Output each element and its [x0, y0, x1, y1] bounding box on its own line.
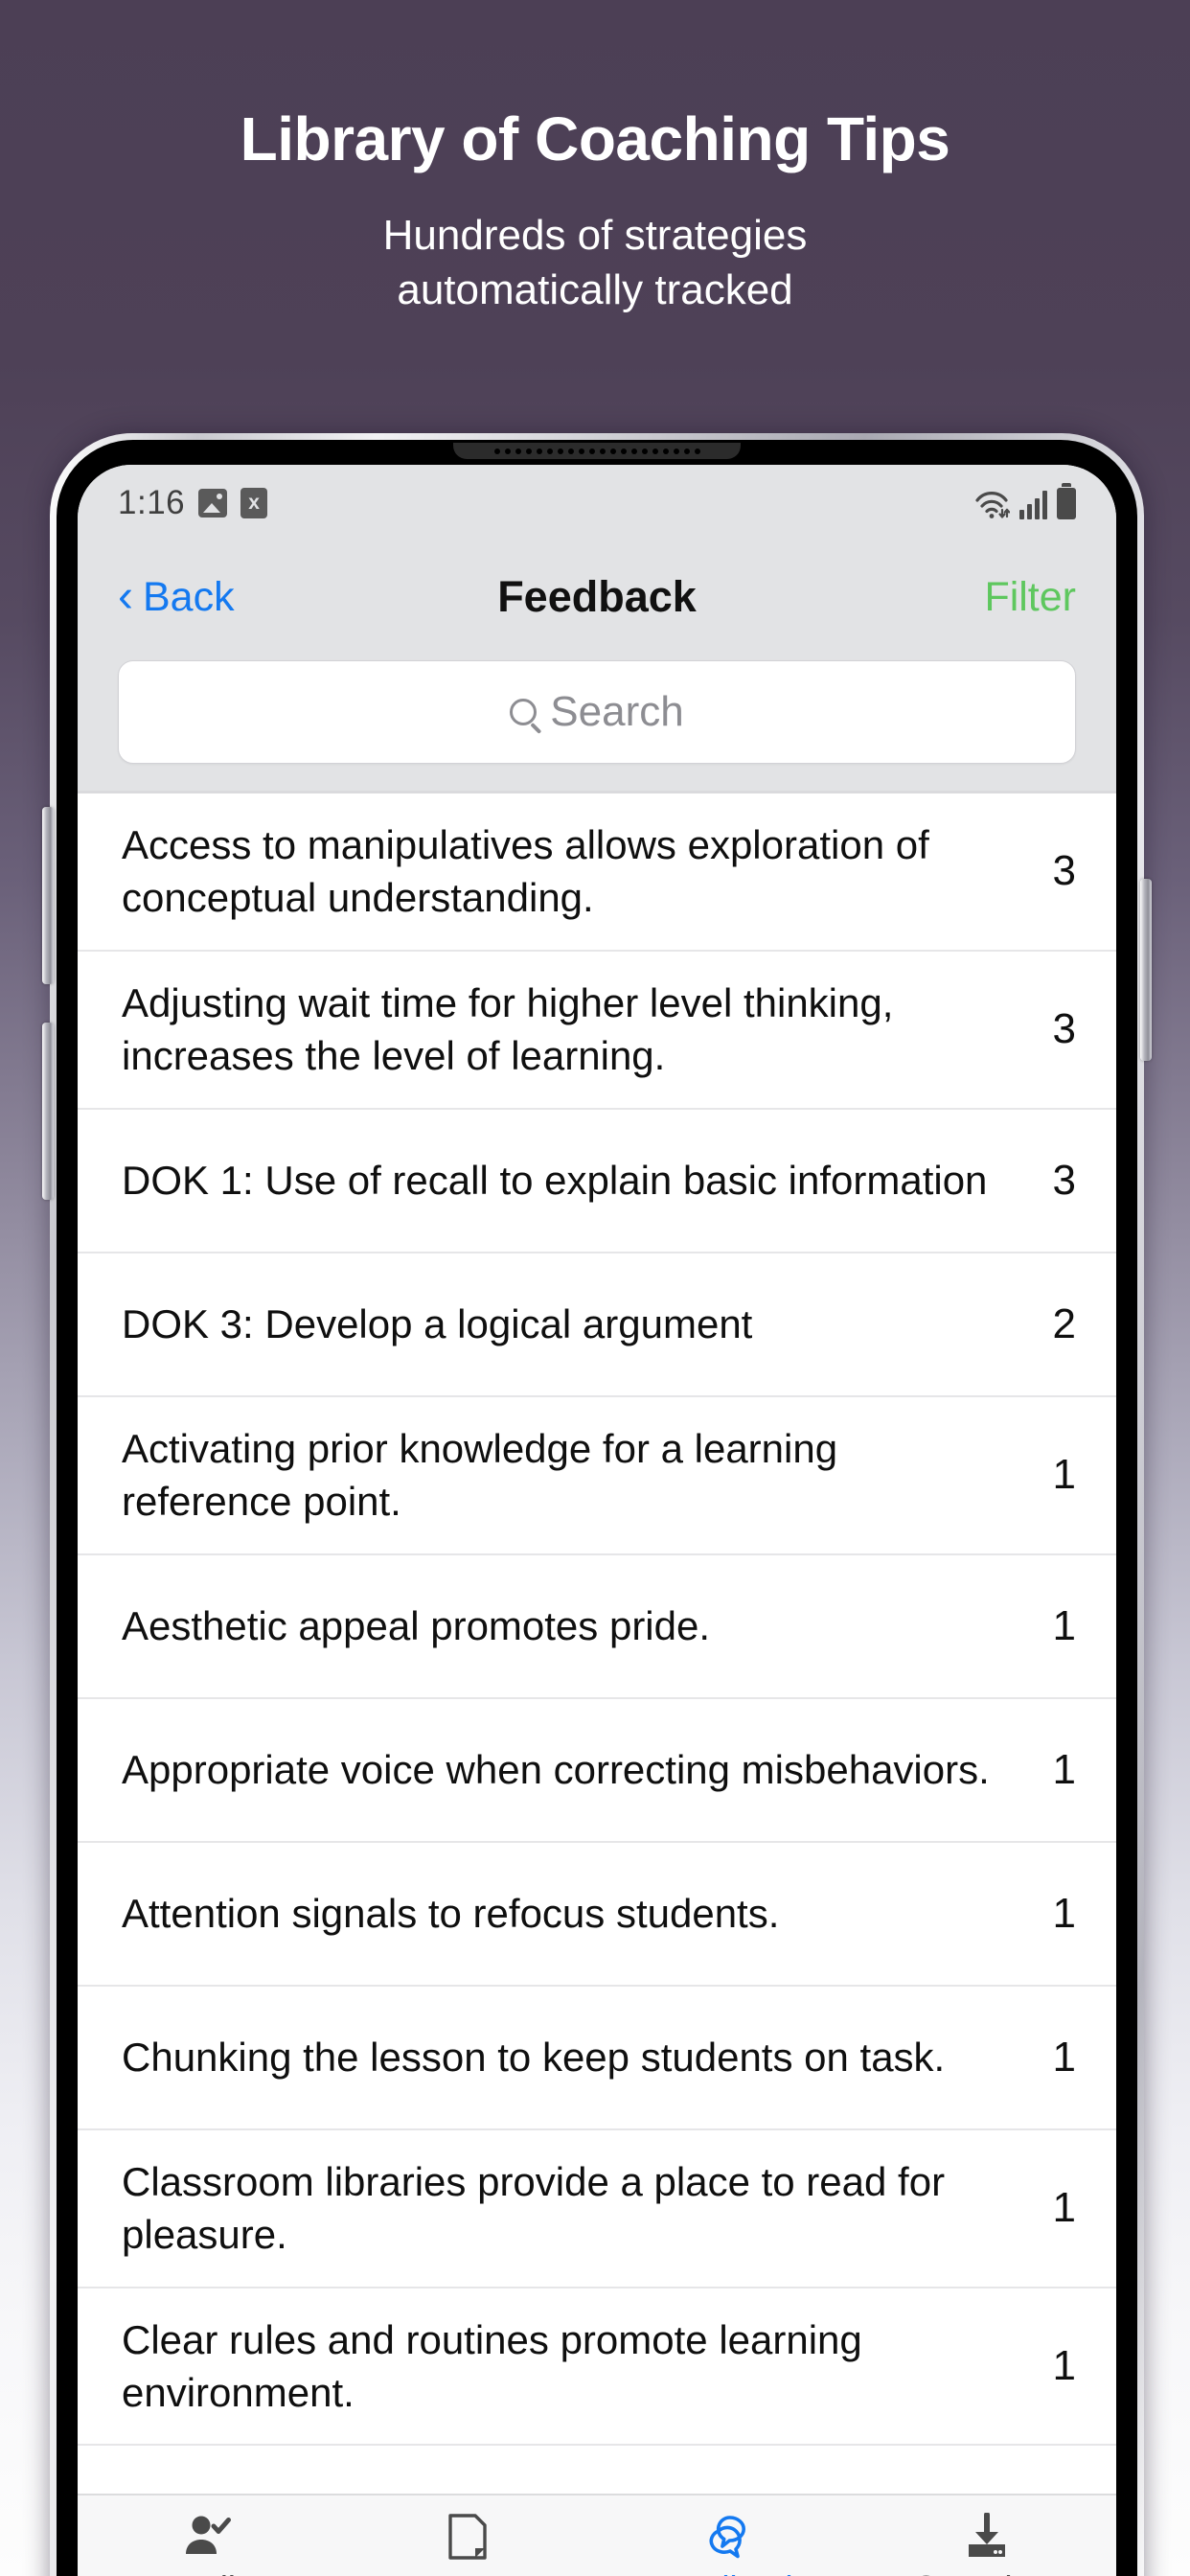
table-row[interactable]: Activating prior knowledge for a learnin…	[78, 1397, 1116, 1555]
feedback-item-text: Aesthetic appeal promotes pride.	[122, 1602, 711, 1648]
power-button[interactable]	[1140, 879, 1152, 1061]
x-badge-icon: x	[240, 488, 268, 518]
bottom-tab-bar: Walk My Notes Feedback Complete	[78, 2494, 1116, 2576]
feedback-item-count: 1	[1052, 1451, 1076, 1499]
feedback-item-count: 2	[1052, 1300, 1076, 1347]
chevron-left-icon: ‹	[118, 571, 133, 623]
feedback-item-count: 3	[1052, 1156, 1076, 1204]
table-row[interactable]: Appropriate voice when correcting misbeh…	[78, 1699, 1116, 1843]
table-row[interactable]: Classroom libraries provide a place to r…	[78, 2130, 1116, 2288]
table-row[interactable]: Access to manipulatives allows explorati…	[78, 794, 1116, 952]
feedback-item-count: 3	[1052, 847, 1076, 895]
volume-down-button[interactable]	[42, 1023, 54, 1200]
note-page-icon	[447, 2511, 488, 2563]
feedback-list[interactable]: Access to manipulatives allows explorati…	[78, 794, 1116, 2447]
phone-screen: 1:16 x ‹ Back Feedback Filter Search Acc…	[78, 465, 1116, 2576]
feedback-item-text: Access to manipulatives allows explorati…	[122, 822, 929, 921]
feedback-item-count: 1	[1052, 1601, 1076, 1649]
status-bar-right	[973, 487, 1076, 519]
status-bar: 1:16 x	[78, 465, 1116, 541]
photo-icon	[198, 489, 228, 518]
back-button[interactable]: ‹ Back	[118, 574, 235, 621]
status-bar-clock: 1:16	[118, 484, 186, 521]
page-title: Library of Coaching Tips	[240, 104, 950, 173]
table-row[interactable]: DOK 1: Use of recall to explain basic in…	[78, 1110, 1116, 1254]
feedback-item-text: DOK 3: Develop a logical argument	[122, 1301, 753, 1347]
search-icon	[510, 699, 538, 725]
tab-label: My Notes	[394, 2568, 539, 2576]
table-row[interactable]: Chunking the lesson to keep students on …	[78, 1987, 1116, 2130]
feedback-item-text: Attention signals to refocus students.	[122, 1890, 780, 1936]
search-input[interactable]: Search	[118, 660, 1076, 764]
promo-subtitle-line2: automatically tracked	[397, 266, 793, 314]
feedback-item-count: 1	[1052, 2184, 1076, 2232]
person-check-icon	[184, 2511, 232, 2563]
volume-up-button[interactable]	[42, 807, 54, 984]
feedback-item-count: 1	[1052, 2033, 1076, 2081]
phone-bezel: 1:16 x ‹ Back Feedback Filter Search Acc…	[57, 440, 1137, 2576]
tab-walk[interactable]: Walk	[78, 2511, 337, 2576]
search-bar-container: Search	[78, 653, 1116, 791]
filter-button[interactable]: Filter	[984, 574, 1076, 621]
feedback-item-count: 3	[1052, 1005, 1076, 1053]
wifi-icon	[973, 491, 1011, 519]
signal-icon	[1019, 490, 1047, 519]
feedback-item-text: Adjusting wait time for higher level thi…	[122, 979, 894, 1079]
feedback-item-text: Classroom libraries provide a place to r…	[122, 2158, 946, 2258]
earpiece-speaker-icon	[453, 443, 741, 459]
tab-complete[interactable]: Complete	[857, 2511, 1116, 2576]
feedback-item-count: 1	[1052, 2341, 1076, 2389]
table-row[interactable]: Clear rules and routines promote learnin…	[78, 2288, 1116, 2447]
battery-icon	[1057, 487, 1076, 519]
promo-screenshot: Library of Coaching Tips Hundreds of str…	[0, 0, 1190, 2576]
search-placeholder: Search	[550, 688, 684, 735]
table-row[interactable]: Adjusting wait time for higher level thi…	[78, 952, 1116, 1110]
feedback-item-text: Chunking the lesson to keep students on …	[122, 2034, 946, 2080]
tab-label: Walk	[170, 2568, 245, 2576]
phone-device-frame: 1:16 x ‹ Back Feedback Filter Search Acc…	[42, 433, 1152, 2576]
status-bar-left: 1:16 x	[118, 484, 268, 522]
feedback-item-text: Clear rules and routines promote learnin…	[122, 2316, 862, 2415]
table-row[interactable]: Attention signals to refocus students. 1	[78, 1843, 1116, 1987]
back-button-label: Back	[142, 573, 235, 620]
chat-bubbles-icon	[701, 2511, 753, 2563]
feedback-item-text: Activating prior knowledge for a learnin…	[122, 1425, 838, 1525]
table-row[interactable]: Aesthetic appeal promotes pride. 1	[78, 1555, 1116, 1699]
feedback-item-count: 1	[1052, 1745, 1076, 1793]
tab-label: Feedback	[651, 2568, 802, 2576]
navigation-bar: ‹ Back Feedback Filter	[78, 541, 1116, 653]
promo-header: Library of Coaching Tips Hundreds of str…	[0, 0, 1190, 318]
tab-feedback[interactable]: Feedback	[597, 2511, 857, 2576]
download-tray-icon	[964, 2511, 1010, 2563]
table-row[interactable]: DOK 3: Develop a logical argument 2	[78, 1254, 1116, 1397]
promo-subtitle: Hundreds of strategies automatically tra…	[0, 208, 1190, 317]
feedback-item-text: DOK 1: Use of recall to explain basic in…	[122, 1158, 988, 1204]
tab-my-notes[interactable]: My Notes	[337, 2511, 597, 2576]
feedback-item-text: Appropriate voice when correcting misbeh…	[122, 1746, 990, 1792]
feedback-item-count: 1	[1052, 1889, 1076, 1937]
promo-subtitle-line1: Hundreds of strategies	[382, 212, 808, 260]
tab-label: Complete	[912, 2568, 1060, 2576]
